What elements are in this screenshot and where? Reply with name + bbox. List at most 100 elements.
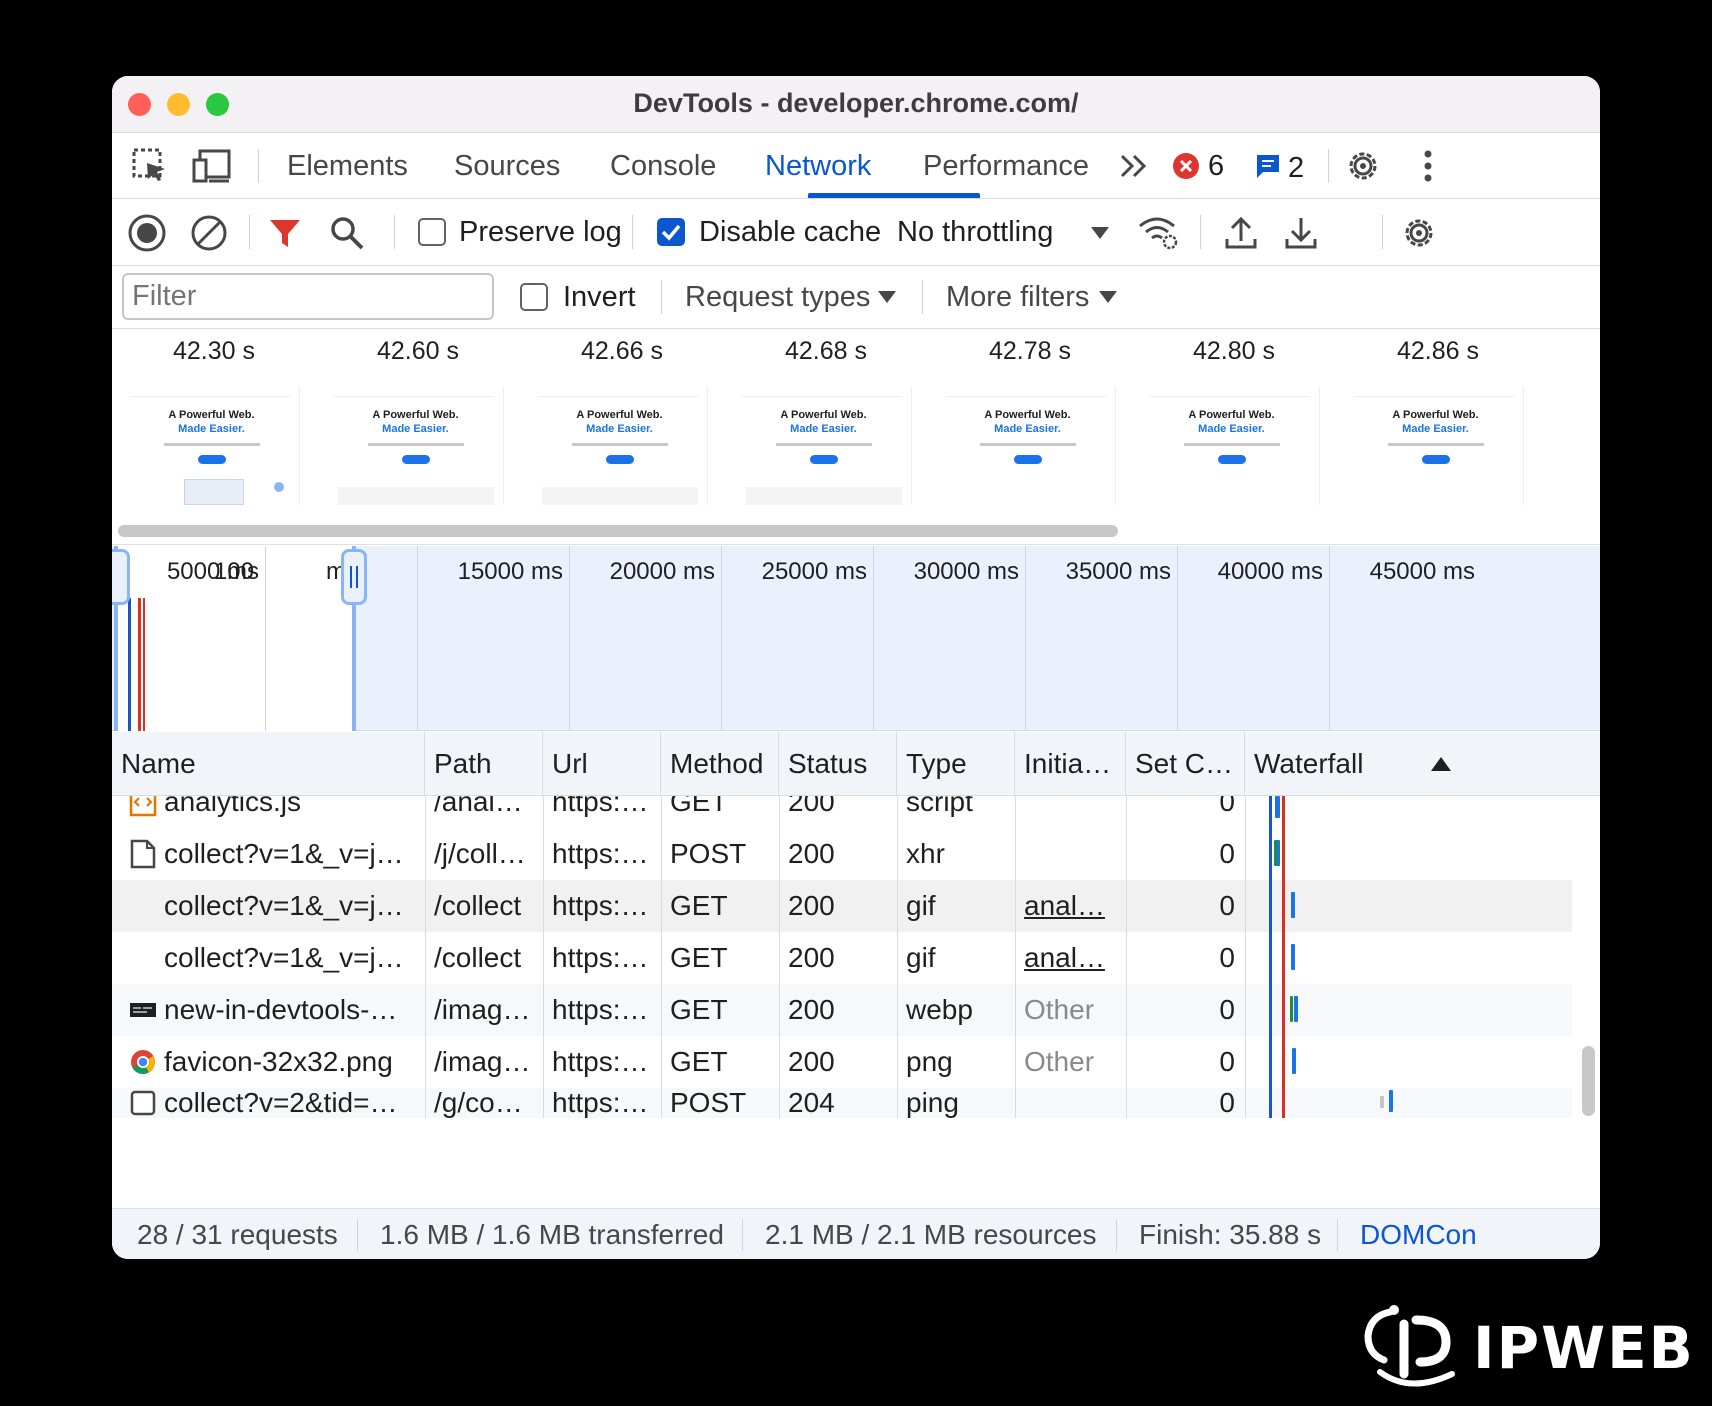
request-status: 204 [788, 1088, 835, 1118]
request-type: gif [906, 890, 936, 921]
separator [632, 215, 633, 249]
filter-funnel-icon[interactable] [264, 212, 306, 254]
request-type: script [906, 796, 973, 817]
search-icon[interactable] [326, 212, 368, 254]
request-set-cookies: 0 [1219, 1088, 1235, 1118]
frame-thumbnail: A Powerful Web. Made Easier. [1348, 387, 1524, 505]
column-header-waterfall[interactable]: Waterfall [1245, 732, 1585, 796]
column-header-path[interactable]: Path [425, 732, 543, 796]
screenshot-frame[interactable]: 42.80 s A Powerful Web. Made Easier. [1132, 329, 1336, 519]
table-row[interactable]: collect?v=2&tid=… /g/co… https:… POST 20… [112, 1088, 1572, 1118]
request-initiator-link[interactable]: anal… [1015, 932, 1119, 984]
more-tabs-icon[interactable] [1114, 146, 1154, 186]
message-count-icon[interactable] [1248, 146, 1288, 186]
error-count-icon[interactable] [1166, 146, 1206, 186]
table-scrollbar[interactable] [1582, 1046, 1595, 1116]
request-url: https:… [552, 890, 649, 921]
screenshot-frame[interactable]: 42.30 s A Powerful Web. Made Easier. [112, 329, 316, 519]
tab-network[interactable]: Network [765, 133, 871, 199]
table-row[interactable]: favicon-32x32.png /imag… https:… GET 200… [112, 1036, 1572, 1088]
request-type: gif [906, 942, 936, 973]
filmstrip-scrollbar[interactable] [118, 525, 1118, 537]
table-row[interactable]: collect?v=1&_v=j… /j/coll… https:… POST … [112, 828, 1572, 880]
column-header-url[interactable]: Url [543, 732, 661, 796]
export-har-icon[interactable] [1280, 212, 1322, 254]
waterfall-bar [1292, 1048, 1296, 1074]
network-overview-timeline[interactable]: 5000 ms 100 ms 15000 ms 20000 ms 25000 m… [112, 546, 1600, 731]
thumb-subhead: Made Easier. [382, 423, 449, 435]
screenshot-frame[interactable]: 42.60 s A Powerful Web. Made Easier. [316, 329, 520, 519]
table-row[interactable]: analytics.js /anal… https:… GET 200 scri… [112, 796, 1572, 828]
frame-thumbnail: A Powerful Web. Made Easier. [124, 387, 300, 505]
clear-icon[interactable] [188, 212, 230, 254]
column-header-set-cookies[interactable]: Set C… [1126, 732, 1245, 796]
message-count[interactable]: 2 [1288, 135, 1304, 201]
request-name: analytics.js [164, 796, 301, 817]
request-path: /g/co… [434, 1088, 523, 1118]
frame-time: 42.30 s [172, 337, 255, 365]
device-toolbar-icon[interactable] [192, 146, 232, 186]
checkbox-icon [129, 1088, 157, 1118]
separator [394, 215, 395, 249]
request-initiator-link[interactable]: anal… [1015, 880, 1119, 932]
screenshot-frame[interactable]: 42.78 s A Powerful Web. Made Easier. [928, 329, 1132, 519]
disable-cache-checkbox[interactable] [657, 218, 685, 246]
request-status: 200 [788, 890, 835, 921]
timeline-tick-label: 45000 ms [1369, 558, 1475, 585]
waterfall-bar [1291, 892, 1295, 918]
table-row[interactable]: new-in-devtools-… /imag… https:… GET 200… [112, 984, 1572, 1036]
request-method: GET [670, 890, 728, 921]
column-header-type[interactable]: Type [897, 732, 1015, 796]
screenshot-frame[interactable]: 42.86 s A Powerful Web. Made Easier. [1336, 329, 1540, 519]
throttling-select[interactable]: No throttling [897, 199, 1053, 266]
inspect-element-icon[interactable] [130, 146, 170, 186]
transferred-size: 1.6 MB / 1.6 MB transferred [380, 1219, 724, 1250]
range-left-handle[interactable] [112, 549, 130, 605]
preserve-log-checkbox[interactable] [418, 218, 446, 246]
filter-input[interactable] [122, 273, 494, 320]
preserve-log-label: Preserve log [459, 216, 622, 248]
more-filters-dropdown[interactable]: More filters [946, 266, 1089, 329]
throttling-dropdown-icon[interactable] [1079, 212, 1121, 254]
request-types-dropdown[interactable]: Request types [685, 266, 870, 329]
record-icon[interactable] [126, 212, 168, 254]
request-path: /imag… [434, 994, 531, 1025]
request-status: 200 [788, 796, 835, 817]
request-set-cookies: 0 [1219, 942, 1235, 973]
screenshot-frame[interactable]: 42.66 s A Powerful Web. Made Easier. [520, 329, 724, 519]
column-header-method[interactable]: Method [661, 732, 779, 796]
network-conditions-icon[interactable] [1137, 212, 1179, 254]
request-count: 28 / 31 requests [137, 1219, 338, 1250]
table-row[interactable]: collect?v=1&_v=j… /collect https:… GET 2… [112, 880, 1572, 932]
request-initiator [1015, 828, 1126, 880]
request-types-chevron-icon[interactable] [866, 276, 908, 318]
screenshot-frame[interactable]: 42.68 s A Powerful Web. Made Easier. [724, 329, 928, 519]
request-name: collect?v=1&_v=j… [164, 838, 404, 869]
separator [661, 280, 662, 314]
frame-time: 42.68 s [784, 337, 867, 365]
disable-cache-label: Disable cache [699, 216, 882, 248]
column-header-name[interactable]: Name [112, 732, 425, 796]
settings-gear-icon[interactable] [1343, 146, 1383, 186]
more-filters-chevron-icon[interactable] [1087, 276, 1129, 318]
invert-checkbox[interactable] [520, 283, 548, 311]
tab-sources[interactable]: Sources [454, 133, 560, 199]
tab-console[interactable]: Console [610, 133, 716, 199]
sort-ascending-icon[interactable] [1430, 756, 1452, 777]
more-options-icon[interactable] [1408, 146, 1448, 186]
table-row[interactable]: collect?v=1&_v=j… /collect https:… GET 2… [112, 932, 1572, 984]
error-count[interactable]: 6 [1208, 133, 1224, 199]
network-settings-icon[interactable] [1398, 212, 1440, 254]
import-har-icon[interactable] [1220, 212, 1262, 254]
tab-performance[interactable]: Performance [923, 133, 1089, 199]
title-bar: DevTools - developer.chrome.com/ [112, 76, 1600, 133]
thumb-subhead: Made Easier. [178, 423, 245, 435]
tab-elements[interactable]: Elements [287, 133, 408, 199]
range-right-handle[interactable] [341, 549, 367, 605]
request-set-cookies: 0 [1219, 1046, 1235, 1077]
thumb-subhead: Made Easier. [994, 423, 1061, 435]
column-header-status[interactable]: Status [779, 732, 897, 796]
timeline-tick-label: 20000 ms [609, 558, 715, 585]
request-status: 200 [788, 994, 835, 1025]
column-header-initiator[interactable]: Initia… [1015, 732, 1126, 796]
